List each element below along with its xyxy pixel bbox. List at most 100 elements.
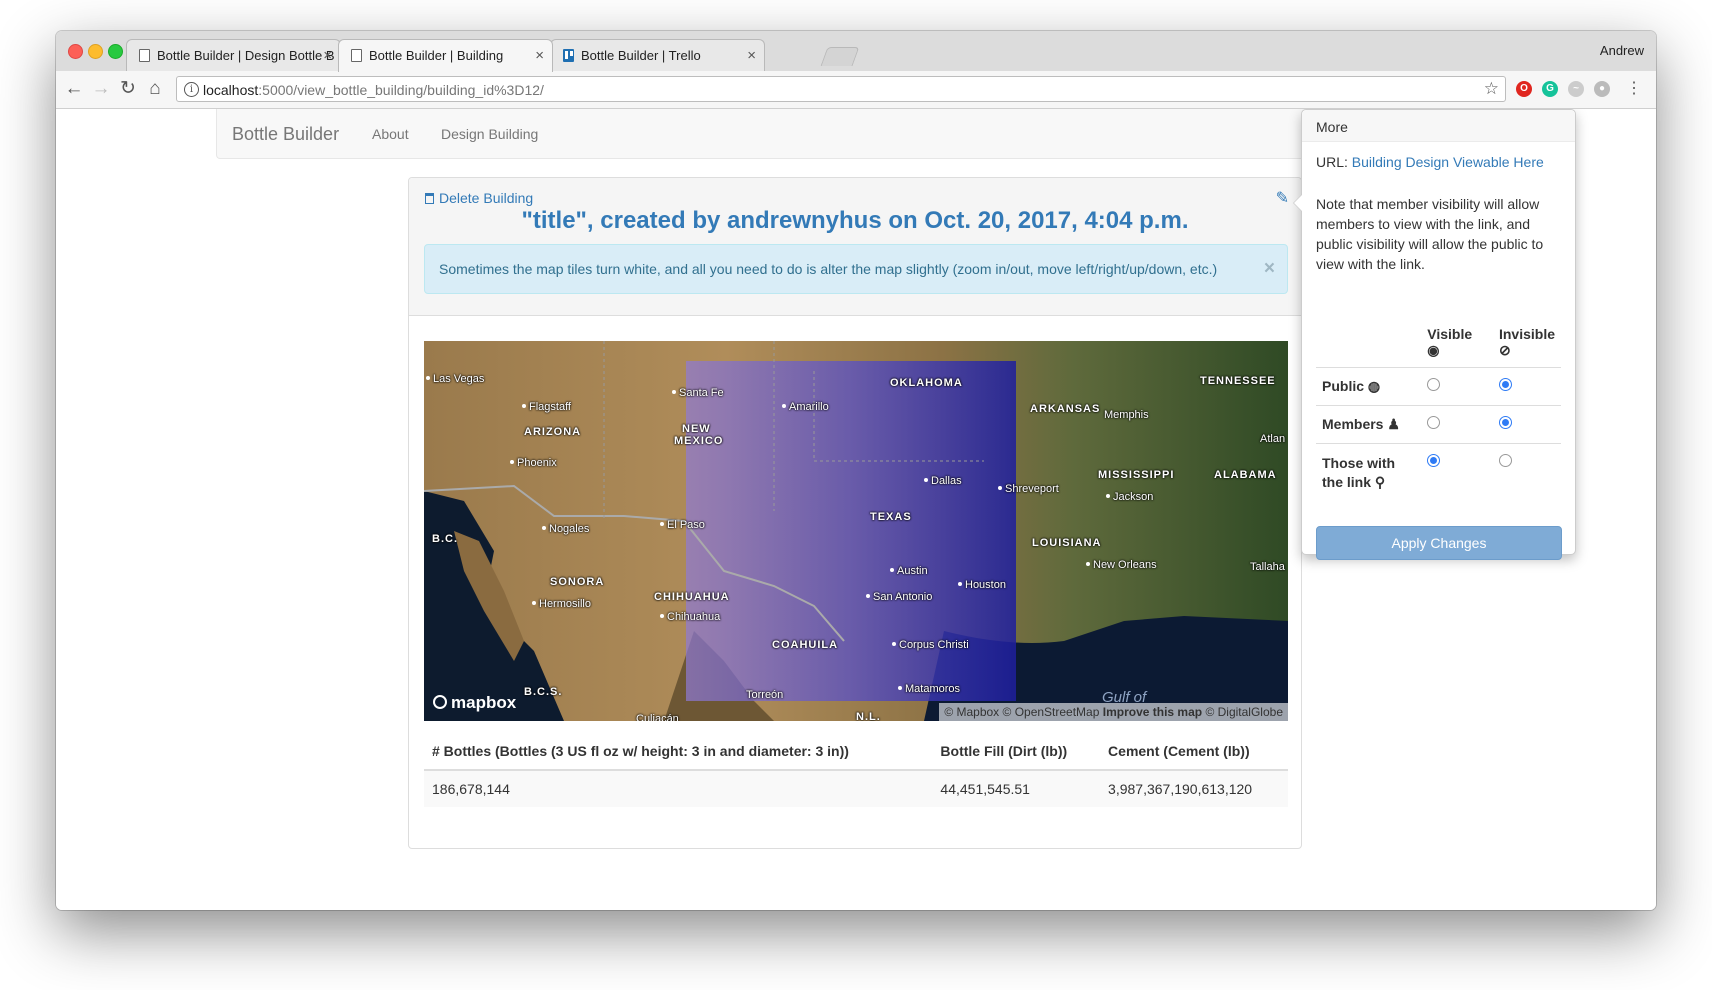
- alert-close-icon[interactable]: ×: [1264, 258, 1275, 280]
- edit-pencil-icon[interactable]: ✎: [1276, 188, 1289, 208]
- map-label: Jackson: [1106, 491, 1153, 503]
- grammarly-extension-icon[interactable]: G: [1542, 81, 1558, 97]
- home-icon[interactable]: ⌂: [143, 77, 167, 101]
- map-label: SONORA: [550, 576, 605, 588]
- visibility-table: Visible◉ Invisible⊘ Public ◍ Members ♟: [1316, 322, 1561, 502]
- map-label: NEW: [682, 423, 711, 435]
- map-label: Nogales: [542, 523, 589, 535]
- map-label: Shreveport: [998, 483, 1059, 495]
- tab-bar: Bottle Builder | Design Bottle B × Bottl…: [56, 31, 1656, 72]
- tab-label: Bottle Builder | Design Bottle B: [157, 48, 335, 63]
- link-visible-cell: [1421, 443, 1493, 502]
- public-invisible-radio[interactable]: [1498, 378, 1512, 391]
- forward-arrow-icon[interactable]: →: [89, 77, 113, 101]
- user-icon: ♟: [1387, 416, 1400, 432]
- link-icon: ⚲: [1374, 474, 1386, 490]
- attribution-digitalglobe[interactable]: © DigitalGlobe: [1205, 705, 1283, 719]
- visible-header-label: Visible: [1427, 326, 1473, 342]
- tab-close-icon[interactable]: ×: [323, 40, 332, 71]
- results-table: # Bottles (Bottles (3 US fl oz w/ height…: [424, 733, 1288, 807]
- map-label: Torreón: [746, 689, 784, 701]
- back-arrow-icon[interactable]: ←: [62, 77, 86, 101]
- nav-link-design-building[interactable]: Design Building: [441, 126, 538, 142]
- tab-label: Bottle Builder | Trello: [581, 48, 701, 63]
- map-attribution: © Mapbox © OpenStreetMap Improve this ma…: [939, 703, 1288, 721]
- address-bar[interactable]: i localhost:5000/view_bottle_building/bu…: [176, 76, 1506, 102]
- tab-close-icon[interactable]: ×: [747, 40, 756, 71]
- visibility-note: Note that member visibility will allow m…: [1316, 196, 1544, 272]
- reload-icon[interactable]: ↻: [116, 77, 140, 101]
- map-label: Memphis: [1104, 409, 1149, 421]
- satellite-map[interactable]: Las Vegas Flagstaff ARIZONA Phoenix Noga…: [424, 341, 1288, 721]
- map-label: Matamoros: [898, 683, 960, 695]
- map-label: MEXICO: [674, 435, 724, 447]
- cell-cement: 3,987,367,190,613,120: [1100, 769, 1288, 807]
- map-label: ARIZONA: [524, 426, 582, 438]
- close-window-button[interactable]: [68, 44, 83, 59]
- extension-icon[interactable]: ~: [1568, 81, 1584, 97]
- trash-icon: [425, 193, 434, 204]
- info-icon[interactable]: i: [184, 82, 199, 97]
- public-visible-radio[interactable]: [1427, 378, 1441, 391]
- cell-fill: 44,451,545.51: [932, 769, 1101, 807]
- nav-link-about[interactable]: About: [372, 126, 409, 142]
- map-label: Flagstaff: [522, 401, 571, 413]
- tab-design-bottle[interactable]: Bottle Builder | Design Bottle B ×: [126, 39, 341, 71]
- link-invisible-radio[interactable]: [1498, 454, 1512, 467]
- column-header-cement: Cement (Cement (lb)): [1100, 733, 1288, 771]
- public-invisible-cell: [1492, 367, 1561, 406]
- map-label: Chihuahua: [660, 611, 720, 623]
- building-card: Delete Building ✎ "title", created by an…: [408, 177, 1302, 849]
- members-label: Members: [1322, 416, 1384, 432]
- members-visible-radio[interactable]: [1427, 416, 1441, 429]
- maximize-window-button[interactable]: [108, 44, 123, 59]
- map-label: TENNESSEE: [1200, 375, 1276, 387]
- bookmark-star-icon[interactable]: ☆: [1484, 79, 1499, 99]
- map-label: B.C.: [432, 533, 458, 545]
- alert-text: Sometimes the map tiles turn white, and …: [439, 261, 1218, 277]
- browser-toolbar: ← → ↻ ⌂ i localhost:5000/view_bottle_bui…: [56, 71, 1656, 109]
- tab-close-icon[interactable]: ×: [535, 40, 544, 72]
- public-visible-cell: [1421, 367, 1493, 406]
- map-label: Amarillo: [782, 401, 829, 413]
- tab-trello[interactable]: Bottle Builder | Trello ×: [550, 39, 765, 71]
- table-row: 186,678,144 44,451,545.51 3,987,367,190,…: [424, 769, 1288, 807]
- map-label: COAHUILA: [772, 639, 839, 651]
- eye-slash-icon: ⊘: [1498, 342, 1511, 358]
- user-extension-icon[interactable]: ●: [1594, 81, 1610, 97]
- menu-kebab-icon[interactable]: ⋮: [1622, 77, 1646, 101]
- brand-link[interactable]: Bottle Builder: [232, 124, 339, 145]
- tab-building[interactable]: Bottle Builder | Building ×: [338, 39, 553, 72]
- map-label: B.C.S.: [524, 686, 563, 698]
- cell-bottles: 186,678,144: [424, 769, 933, 807]
- attribution-mapbox-osm[interactable]: © Mapbox © OpenStreetMap: [944, 705, 1099, 719]
- visibility-row-public: Public ◍: [1316, 367, 1561, 406]
- url-text[interactable]: localhost:5000/view_bottle_building/buil…: [203, 82, 544, 98]
- mapbox-logo[interactable]: mapbox: [433, 693, 516, 713]
- more-popover: More URL: Building Design Viewable Here …: [1293, 109, 1576, 560]
- trello-icon: [563, 49, 574, 62]
- visibility-row-members: Members ♟: [1316, 405, 1561, 444]
- opera-extension-icon[interactable]: O: [1516, 81, 1532, 97]
- mapbox-logo-icon: [433, 695, 447, 709]
- new-tab-button[interactable]: [820, 47, 860, 66]
- profile-name[interactable]: Andrew: [1600, 43, 1644, 58]
- minimize-window-button[interactable]: [88, 44, 103, 59]
- map-label: El Paso: [660, 519, 705, 531]
- map-label: Santa Fe: [672, 387, 724, 399]
- page-icon: [351, 49, 362, 62]
- visible-header: Visible ◉: [1421, 322, 1493, 368]
- members-invisible-radio[interactable]: [1498, 416, 1512, 429]
- delete-building-link[interactable]: Delete Building: [425, 190, 533, 206]
- map-label: New Orleans: [1086, 559, 1157, 571]
- improve-map-link[interactable]: Improve this map: [1103, 705, 1202, 719]
- building-design-link[interactable]: Building Design Viewable Here: [1352, 154, 1544, 170]
- link-visible-radio[interactable]: [1427, 454, 1441, 467]
- popover-title: More: [1302, 110, 1575, 142]
- apply-changes-button[interactable]: Apply Changes: [1316, 526, 1562, 560]
- map-label: Phoenix: [510, 457, 557, 469]
- eye-icon: ◉: [1427, 342, 1440, 358]
- map-label: Houston: [958, 579, 1006, 591]
- visibility-row-link: Those with the link ⚲: [1316, 443, 1561, 502]
- visibility-row-label: Public ◍: [1316, 367, 1422, 406]
